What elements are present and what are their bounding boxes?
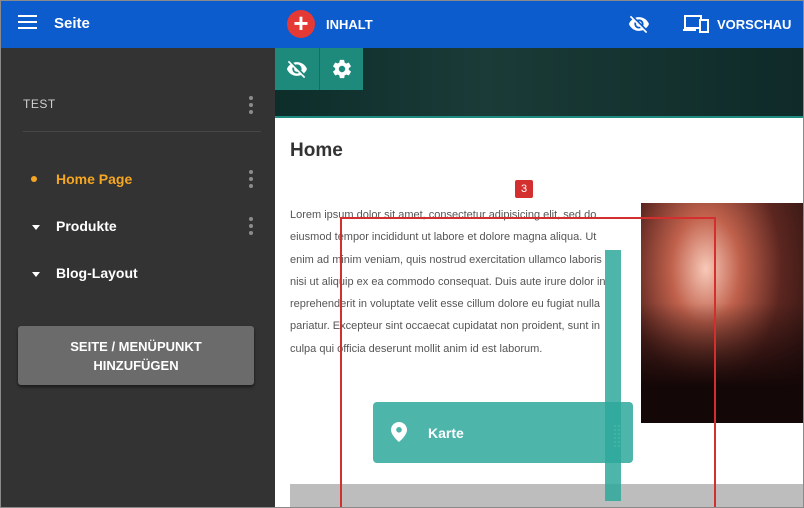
top-bar: Seite + INHALT VORSCHAU — [1, 1, 803, 48]
eye-off-icon[interactable] — [286, 58, 308, 80]
sidebar-item-home-page[interactable]: Home Page — [56, 171, 132, 187]
caret-down-icon[interactable] — [32, 225, 40, 230]
more-vert-icon[interactable] — [249, 170, 253, 191]
app-window: Seite + INHALT VORSCHAU TEST Home Page P… — [0, 0, 804, 508]
more-vert-icon[interactable] — [249, 217, 253, 238]
preview-button[interactable]: VORSCHAU — [717, 17, 791, 32]
section-toolbar — [275, 48, 363, 90]
sidebar: TEST Home Page Produkte Blog-Layout SEIT… — [1, 48, 275, 507]
eye-off-icon[interactable] — [628, 13, 650, 35]
sidebar-item-produkte[interactable]: Produkte — [56, 218, 117, 234]
element-count-badge: 3 — [515, 180, 533, 198]
add-page-button-line2: HINZUFÜGEN — [93, 358, 179, 373]
add-content-button[interactable]: + — [287, 10, 315, 38]
selection-frame — [340, 217, 716, 507]
add-page-button[interactable]: SEITE / MENÜPUNKT HINZUFÜGEN — [18, 326, 254, 385]
page-title-topbar: Seite — [54, 15, 90, 32]
sidebar-divider — [23, 131, 261, 132]
more-vert-icon[interactable] — [249, 96, 253, 117]
content-label[interactable]: INHALT — [326, 17, 373, 32]
menu-icon[interactable] — [18, 15, 37, 29]
add-page-button-line1: SEITE / MENÜPUNKT — [70, 339, 202, 354]
active-bullet-icon — [31, 176, 37, 182]
gear-icon[interactable] — [331, 58, 353, 80]
content-area: Home 3 Lorem ipsum dolor sit amet, conse… — [275, 48, 803, 507]
sidebar-item-blog-layout[interactable]: Blog-Layout — [56, 265, 138, 281]
site-label: TEST — [23, 97, 56, 111]
toolbar-divider — [319, 48, 320, 90]
page-heading: Home — [290, 140, 343, 161]
caret-down-icon[interactable] — [32, 272, 40, 277]
devices-icon[interactable] — [683, 14, 709, 34]
